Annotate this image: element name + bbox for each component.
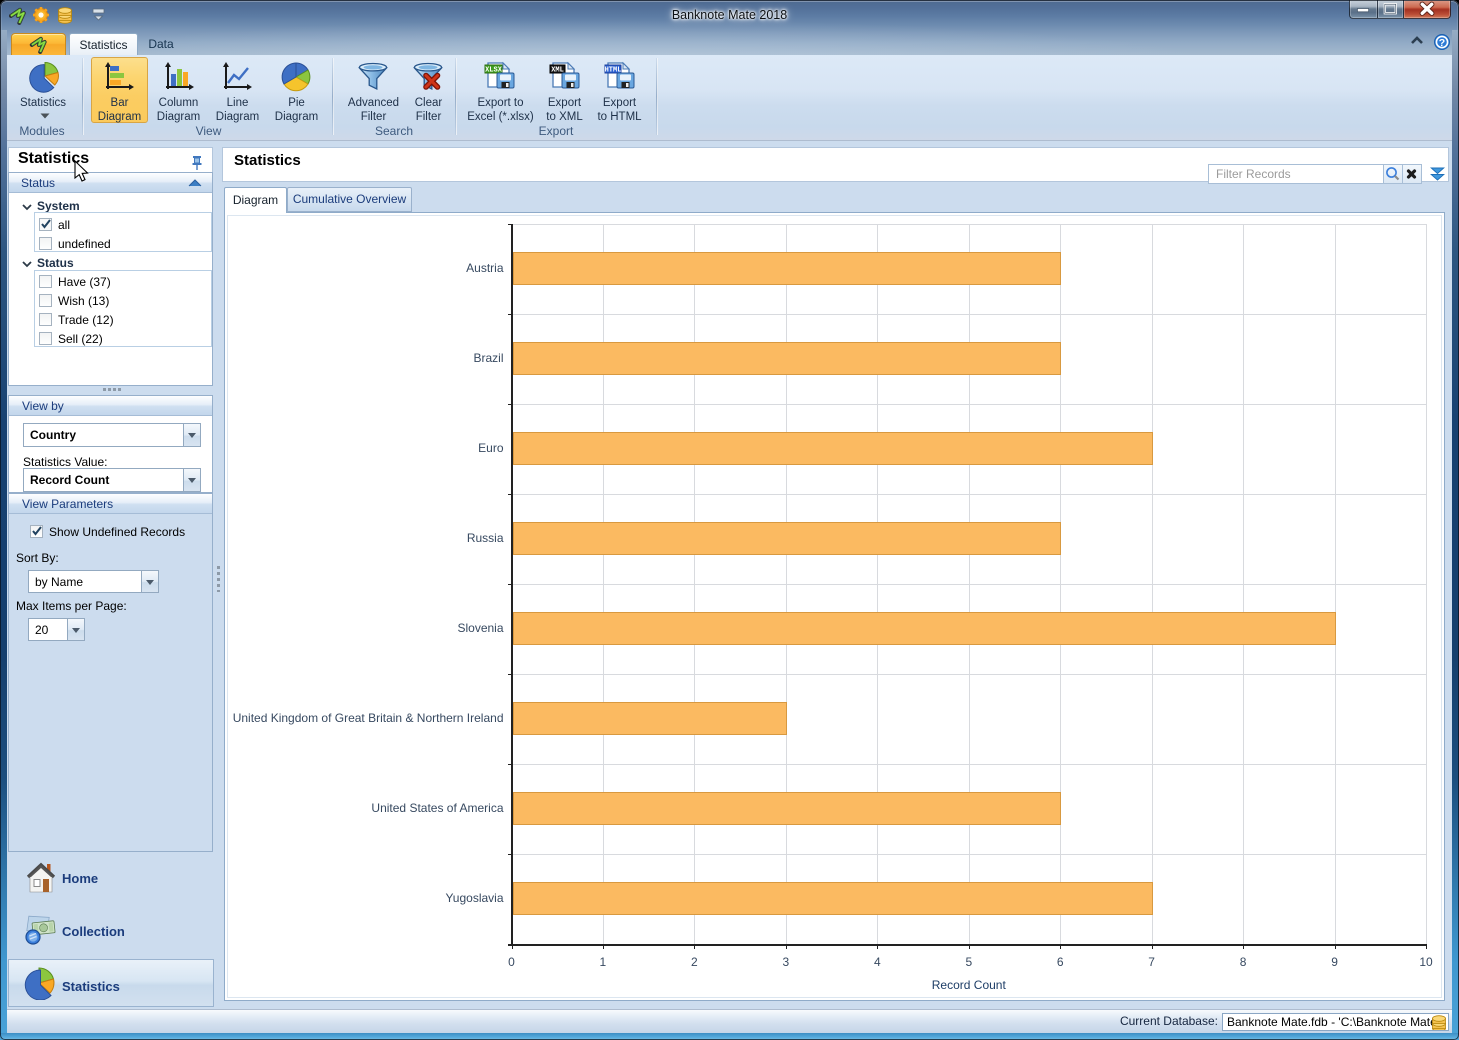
svg-text:?: ? xyxy=(1439,37,1445,49)
